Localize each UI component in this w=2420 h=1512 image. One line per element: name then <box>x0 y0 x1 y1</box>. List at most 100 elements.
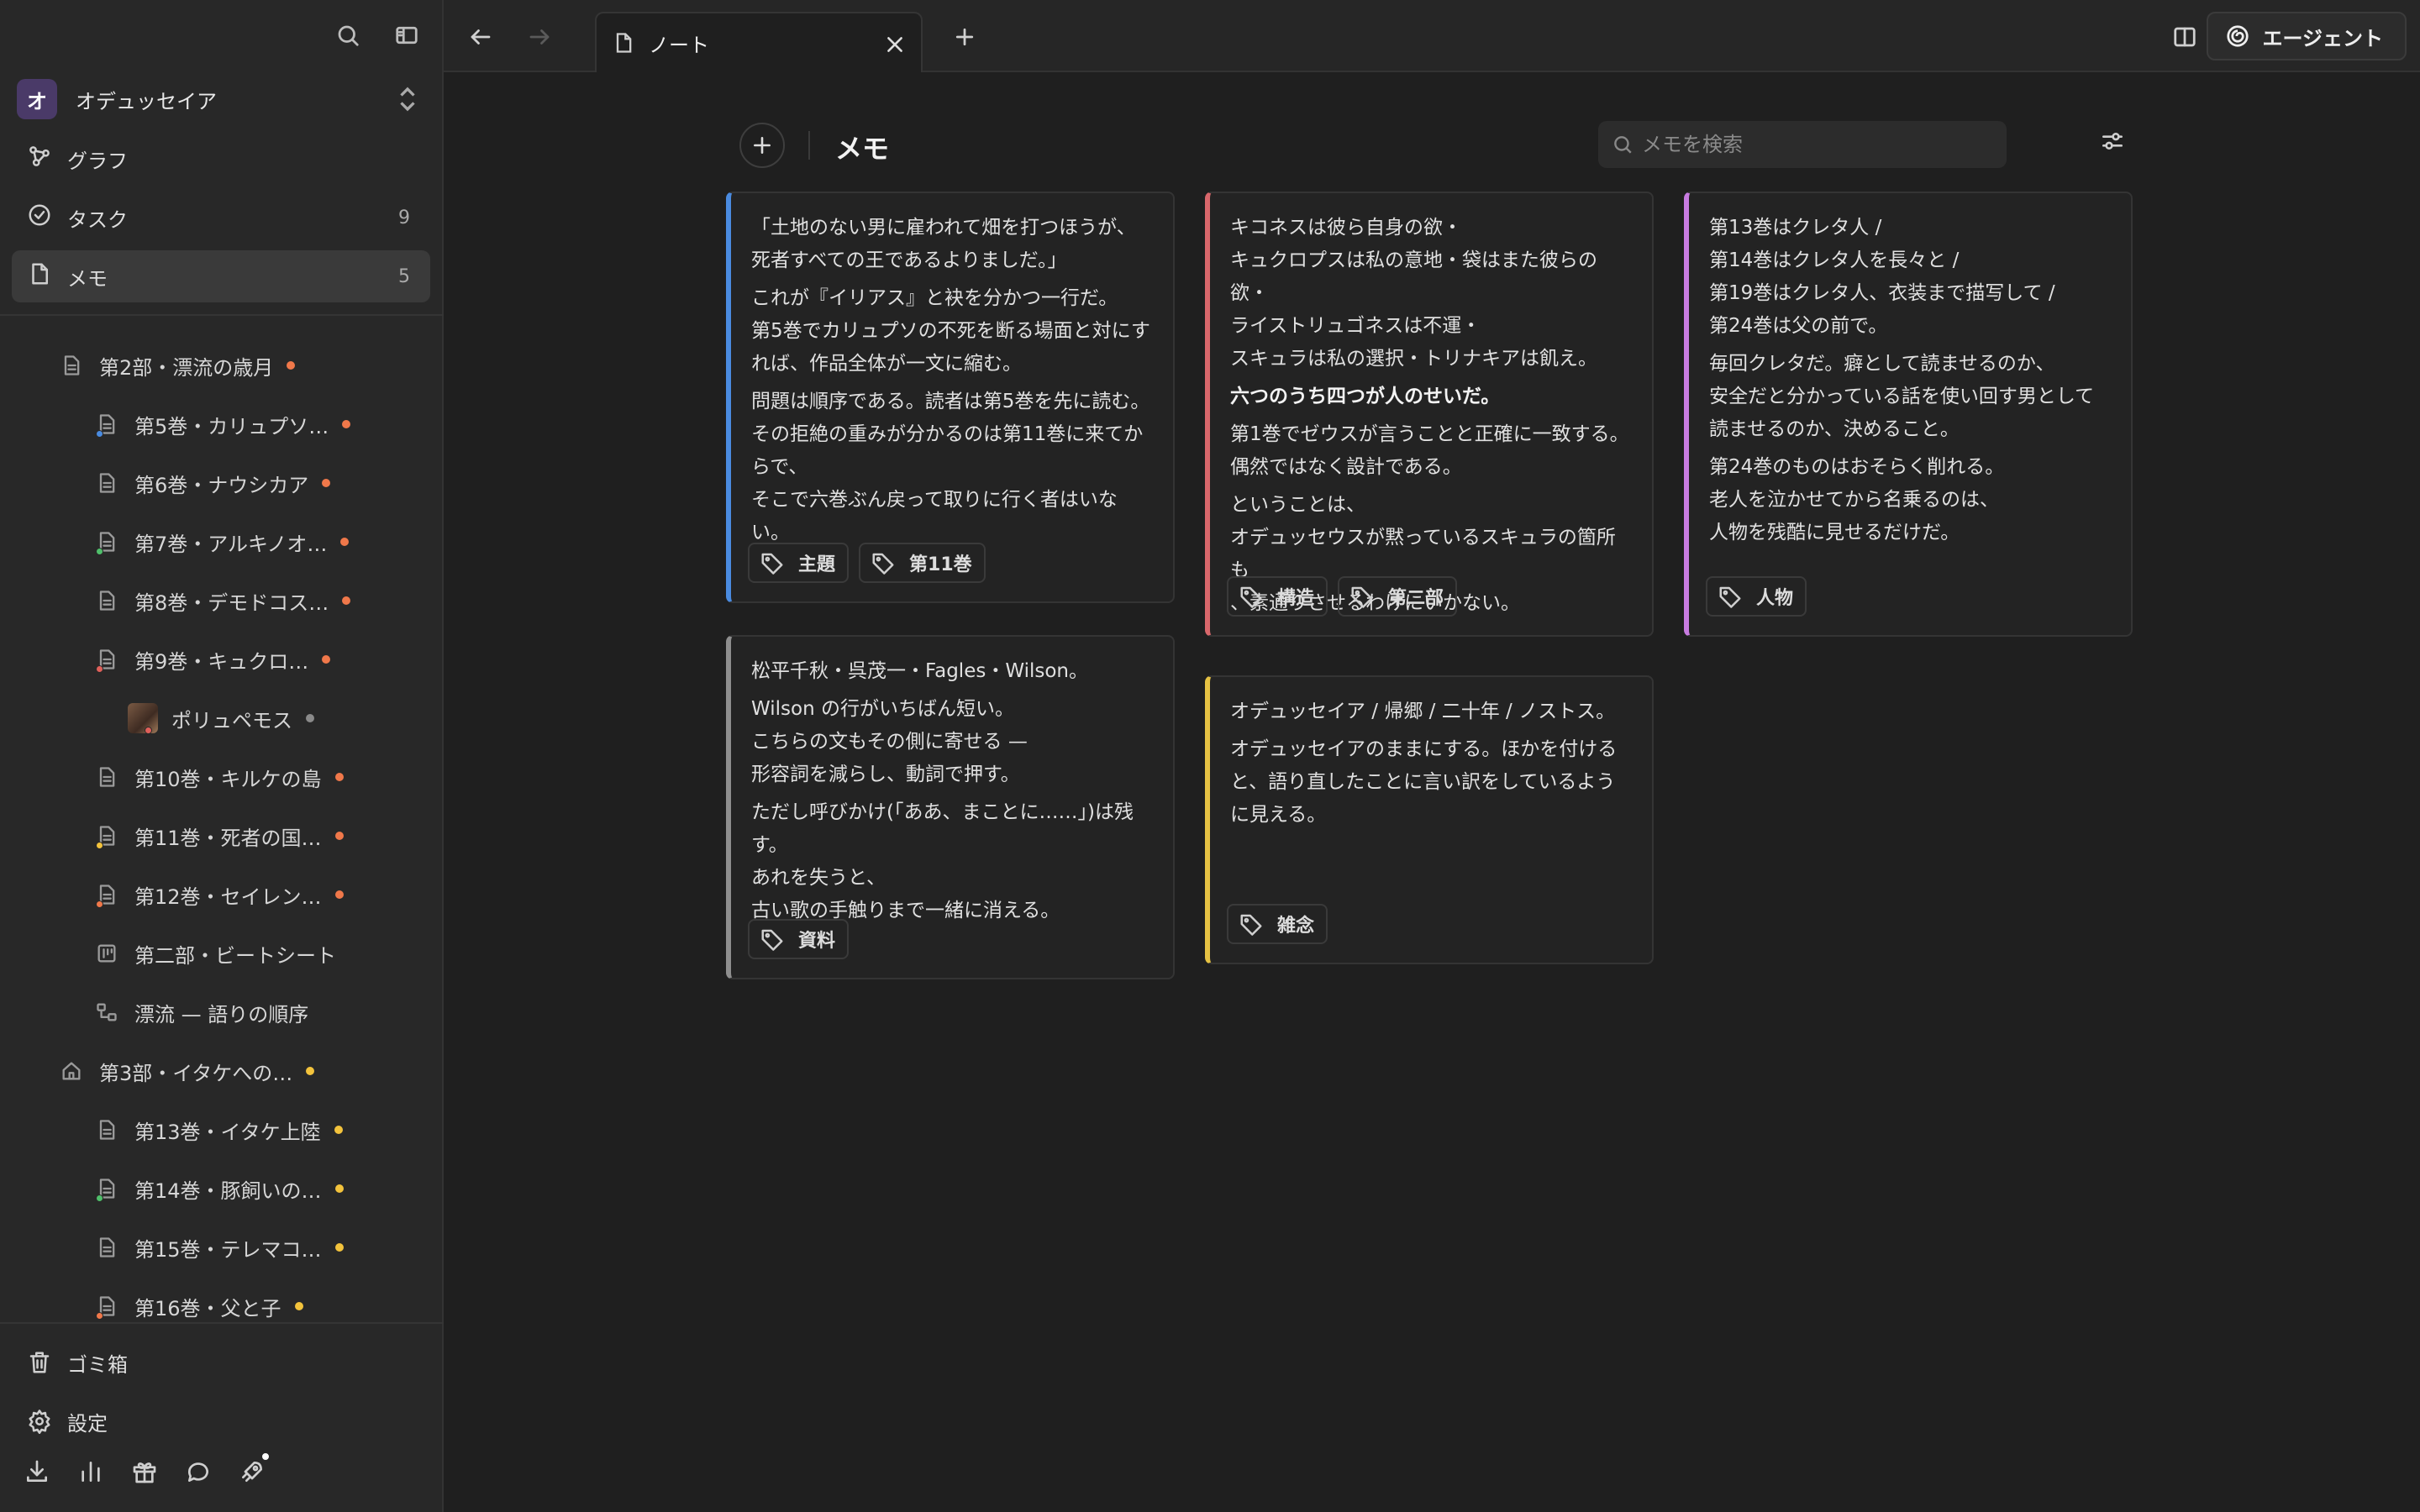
sidebar-divider <box>0 1322 444 1324</box>
sidebar-toggle-icon[interactable] <box>390 18 424 52</box>
home-icon <box>57 1057 86 1085</box>
note-paragraph: 第1巻でゼウスが言うことと正確に一致する。 偶然ではなく設計である。 <box>1230 423 1629 478</box>
tag-label: 第二部 <box>1388 588 1444 609</box>
status-dot <box>334 1184 344 1193</box>
note-card[interactable]: 松平千秋・呉茂一・Fagles・Wilson。 Wilson の行がいちばん短い… <box>726 635 1175 979</box>
document-icon <box>92 1292 121 1320</box>
tag-label: 構造 <box>1277 588 1315 609</box>
tag-chip[interactable]: 資料 <box>748 919 850 959</box>
tree-item-label: 第7巻・アルキノオ… <box>134 532 328 556</box>
tree-item[interactable]: 第9巻・キュクロ… <box>92 638 331 681</box>
note-paragraph: 松平千秋・呉茂一・Fagles・Wilson。 <box>751 660 1088 682</box>
search-icon[interactable] <box>331 18 365 52</box>
chart-bar-icon[interactable] <box>77 1458 104 1485</box>
tag-list: 資料 <box>748 919 850 959</box>
tree-item[interactable]: 第5巻・カリュプソ… <box>92 402 351 446</box>
back-arrow-icon[interactable] <box>462 18 499 55</box>
page-title: メモ <box>835 133 890 165</box>
nav-graph[interactable]: グラフ <box>12 133 430 185</box>
filter-sliders-icon[interactable] <box>2099 128 2133 161</box>
tree-item[interactable]: 第二部・ビートシート <box>92 932 336 975</box>
tag-chip[interactable]: 第11巻 <box>859 543 986 583</box>
new-tab-plus-icon[interactable] <box>946 18 983 55</box>
tree-item-label: 第9巻・キュクロ… <box>134 649 309 674</box>
tree-item[interactable]: 第13巻・イタケ上陸 <box>92 1108 343 1152</box>
close-icon[interactable] <box>884 34 906 55</box>
tag-chip[interactable]: 雑念 <box>1227 904 1328 944</box>
tag-chip[interactable]: 人物 <box>1706 576 1807 617</box>
tree-item[interactable]: 漂流 — 語りの順序 <box>92 990 308 1034</box>
tag-chip[interactable]: 第二部 <box>1338 576 1458 617</box>
graph-icon <box>27 144 52 174</box>
note-paragraph: Wilson の行がいちばん短い。 こちらの文もその側に寄せる — 形容詞を減ら… <box>751 698 1028 785</box>
agent-button-label: エージェント <box>2262 26 2383 50</box>
header-divider <box>808 131 810 160</box>
top-bar: ノート エージェント <box>444 0 2420 72</box>
document-icon <box>92 469 121 497</box>
chevron-updown-icon[interactable] <box>395 84 420 118</box>
tree-item[interactable]: 第14巻・豚飼いの… <box>92 1167 344 1210</box>
status-dot <box>334 773 344 781</box>
nav-notes[interactable]: メモ 5 <box>12 250 430 302</box>
tree-item[interactable]: 第11巻・死者の国… <box>92 814 344 858</box>
nav-trash[interactable]: ゴミ箱 <box>12 1337 430 1388</box>
tree-item-label: 第2部・漂流の歳月 <box>99 355 274 380</box>
split-view-icon[interactable] <box>2166 18 2203 55</box>
nav-graph-label: グラフ <box>67 149 128 173</box>
note-paragraph: 問題は順序である。読者は第5巻を先に読む。 その拒絶の重みが分かるのは第11巻に… <box>751 391 1150 543</box>
add-note-button[interactable] <box>739 123 785 168</box>
tab-notes[interactable]: ノート <box>595 12 923 72</box>
tag-list: 主題 第11巻 <box>748 543 986 583</box>
agent-button[interactable]: エージェント <box>2207 12 2407 60</box>
note-card[interactable]: オデュッセイア / 帰郷 / 二十年 / ノストス。 オデュッセイアのままにする… <box>1205 675 1654 964</box>
tree-item[interactable]: 第7巻・アルキノオ… <box>92 520 350 564</box>
tree-item-label: 第二部・ビートシート <box>134 943 336 968</box>
sidebar: オ オデュッセイア グラフ タスク 9 メモ 5 第2部・漂流の歳月 第5巻・カ… <box>0 0 444 1512</box>
tag-list: 構造 第二部 <box>1227 576 1458 617</box>
gift-icon[interactable] <box>131 1458 158 1485</box>
search-input[interactable] <box>1642 133 1995 156</box>
rocket-icon[interactable] <box>239 1452 271 1485</box>
document-icon <box>92 822 121 850</box>
tree-item[interactable]: 第3部・イタケへの… <box>57 1049 315 1093</box>
note-card[interactable]: 第13巻はクレタ人 / 第14巻はクレタ人を長々と / 第19巻はクレタ人、衣装… <box>1684 192 2133 637</box>
search-box[interactable] <box>1598 121 2007 168</box>
tree-item[interactable]: ポリュペモス <box>128 696 314 740</box>
trash-icon <box>29 1352 50 1373</box>
note-paragraph: 「土地のない男に雇われて畑を打つほうが、 死者すべての王であるよりましだ。」 <box>751 217 1136 271</box>
nav-notes-count: 5 <box>398 265 410 287</box>
nav-trash-label: ゴミ箱 <box>67 1352 128 1377</box>
search-icon <box>1614 136 1632 154</box>
note-card[interactable]: 「土地のない男に雇われて畑を打つほうが、 死者すべての王であるよりましだ。」 こ… <box>726 192 1175 603</box>
board-icon <box>92 939 121 968</box>
tree-item[interactable]: 第6巻・ナウシカア <box>92 461 331 505</box>
nav-tasks[interactable]: タスク 9 <box>12 192 430 244</box>
tag-icon <box>1719 586 1741 608</box>
nav-tasks-label: タスク <box>67 207 128 232</box>
tag-chip[interactable]: 主題 <box>748 543 850 583</box>
note-paragraph: オデュッセイア / 帰郷 / 二十年 / ノストス。 <box>1230 701 1616 722</box>
download-icon[interactable] <box>24 1458 50 1485</box>
tree-item[interactable]: 第12巻・セイレン… <box>92 873 344 916</box>
nav-settings[interactable]: 設定 <box>12 1396 430 1446</box>
sidebar-divider <box>0 314 444 316</box>
plus-icon <box>754 137 771 154</box>
document-icon <box>92 645 121 674</box>
tag-label: 第11巻 <box>909 554 972 575</box>
tree-item[interactable]: 第2部・漂流の歳月 <box>57 344 296 387</box>
tag-list: 雑念 <box>1227 904 1328 944</box>
status-dot <box>342 420 351 428</box>
note-paragraph: 第13巻はクレタ人 / 第14巻はクレタ人を長々と / 第19巻はクレタ人、衣装… <box>1709 217 2055 337</box>
tree-item-label: 第13巻・イタケ上陸 <box>134 1120 321 1144</box>
tree-item[interactable]: 第10巻・キルケの島 <box>92 755 344 799</box>
tree-item[interactable]: 第8巻・デモドコス… <box>92 579 351 622</box>
note-card[interactable]: キコネスは彼ら自身の欲・ キュクロプスは私の意地・袋はまた彼らの欲・ ライストリ… <box>1205 192 1654 637</box>
status-dot <box>287 361 296 370</box>
forward-arrow-icon[interactable] <box>521 18 558 55</box>
chat-bubble-icon[interactable] <box>185 1458 212 1485</box>
tree-item[interactable]: 第16巻・父と子 <box>92 1284 303 1323</box>
tree-item[interactable]: 第15巻・テレマコ… <box>92 1226 344 1269</box>
notes-board: メモ 「土地のない男に雇われて畑を打つほうが、 死者すべての王であるよりましだ。… <box>444 74 2420 1512</box>
tag-chip[interactable]: 構造 <box>1227 576 1328 617</box>
workspace-switcher[interactable]: オ オデュッセイア <box>17 79 427 119</box>
